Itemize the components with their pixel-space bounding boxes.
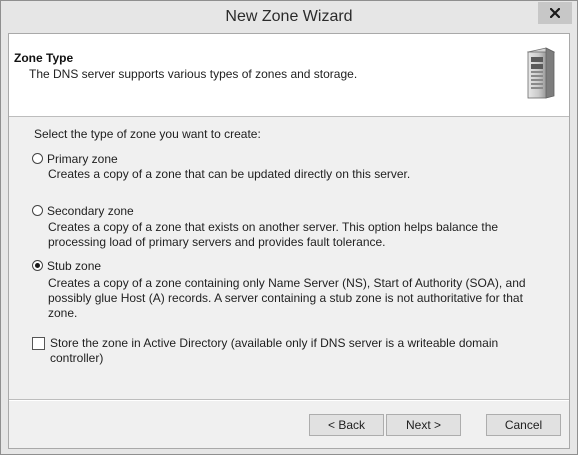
store-in-ad-label[interactable]: Store the zone in Active Directory (avai…: [50, 336, 530, 366]
close-button[interactable]: [538, 2, 572, 24]
primary-zone-label[interactable]: Primary zone: [47, 152, 118, 166]
page-title: Zone Type: [14, 51, 74, 65]
primary-zone-option[interactable]: Primary zone: [32, 152, 118, 166]
window-title: New Zone Wizard: [225, 8, 353, 25]
title-bar[interactable]: New Zone Wizard: [1, 1, 577, 33]
wizard-window: New Zone Wizard Zone Type The DNS server…: [0, 0, 578, 455]
wizard-header: Zone Type The DNS server supports variou…: [9, 34, 569, 117]
footer-separator: [9, 399, 569, 401]
next-button[interactable]: Next >: [386, 414, 461, 436]
store-in-ad-option[interactable]: Store the zone in Active Directory (avai…: [32, 336, 530, 366]
secondary-zone-radio[interactable]: [32, 205, 43, 216]
secondary-zone-option[interactable]: Secondary zone: [32, 204, 134, 218]
stub-zone-option[interactable]: Stub zone: [32, 259, 101, 273]
page-subtitle: The DNS server supports various types of…: [29, 67, 358, 81]
close-icon: [550, 8, 560, 18]
store-in-ad-checkbox[interactable]: [32, 337, 45, 350]
stub-zone-label[interactable]: Stub zone: [47, 259, 101, 273]
wizard-page: Zone Type The DNS server supports variou…: [8, 33, 570, 449]
stub-zone-description: Creates a copy of a zone containing only…: [48, 276, 526, 320]
primary-zone-radio[interactable]: [32, 153, 43, 164]
secondary-zone-label[interactable]: Secondary zone: [47, 204, 134, 218]
server-icon: [526, 47, 555, 99]
back-button[interactable]: < Back: [309, 414, 384, 436]
cancel-button[interactable]: Cancel: [486, 414, 561, 436]
stub-zone-radio[interactable]: [32, 260, 43, 271]
secondary-zone-description: Creates a copy of a zone that exists on …: [48, 220, 499, 249]
primary-zone-description: Creates a copy of a zone that can be upd…: [48, 167, 411, 181]
zone-type-prompt: Select the type of zone you want to crea…: [34, 127, 261, 141]
